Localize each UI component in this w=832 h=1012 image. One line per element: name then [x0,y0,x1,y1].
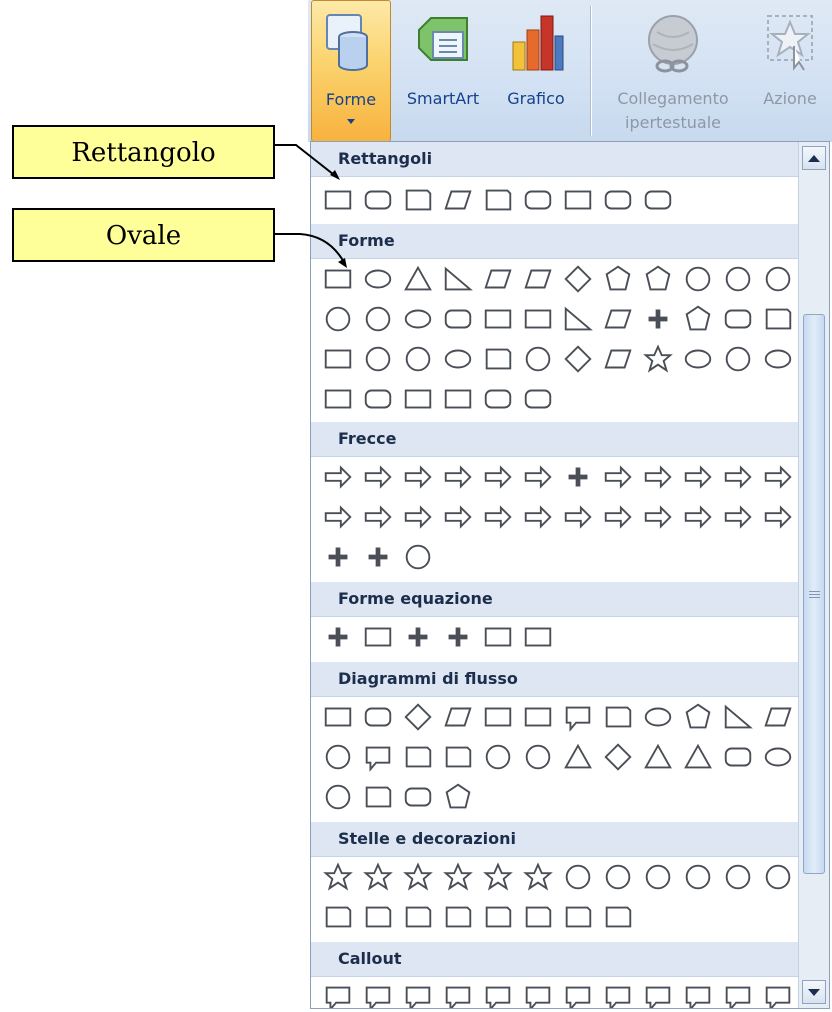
arrowhead [338,258,347,268]
pointer-arrows [275,144,347,268]
arrowhead [330,170,340,180]
arrow-to-ovale [275,233,346,265]
arrow-to-rettangolo [275,144,339,179]
